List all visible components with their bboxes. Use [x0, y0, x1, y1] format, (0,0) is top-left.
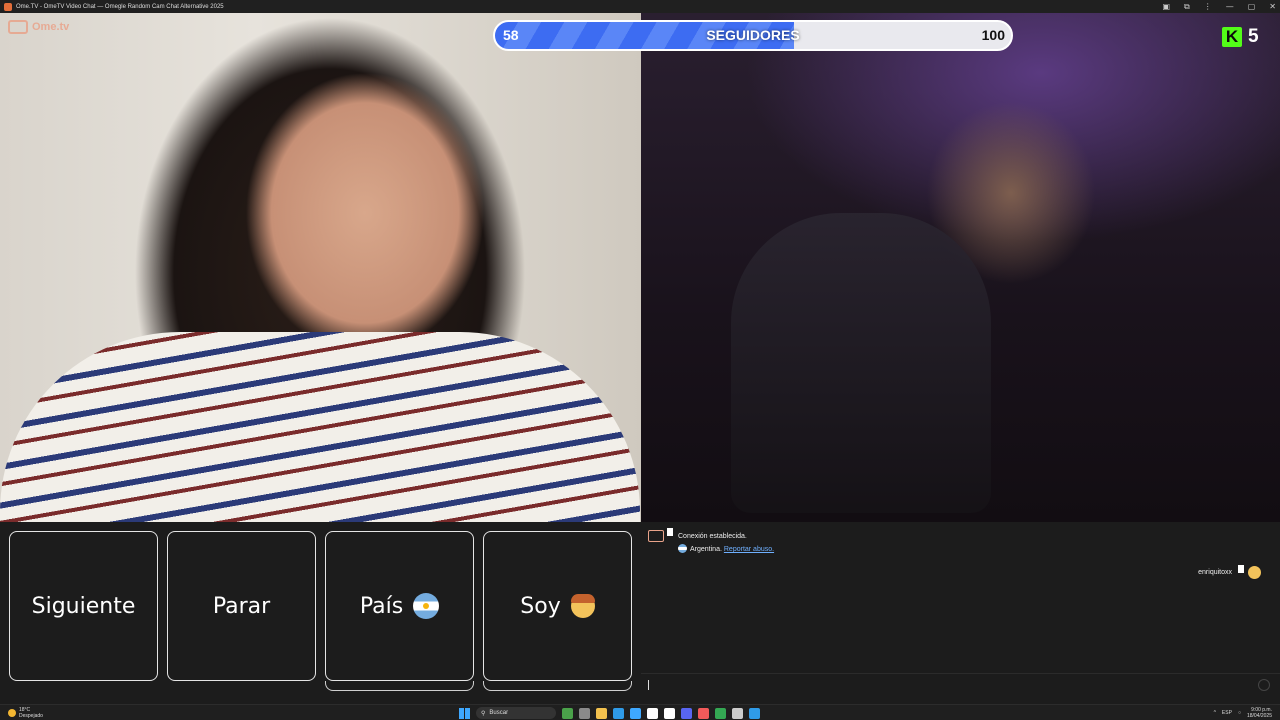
text-caret — [648, 680, 649, 690]
extensions-icon[interactable]: ⧉ — [1184, 2, 1190, 12]
window-controls: ▣ ⧉ ⋮ — ▢ ✕ — [1162, 0, 1276, 13]
snipping-tool-icon[interactable] — [749, 707, 760, 719]
keyboard-language[interactable]: ESP — [1222, 710, 1232, 716]
microsoft-store-icon[interactable] — [647, 707, 658, 719]
taskbar-apps: ⚲ Buscar — [459, 707, 760, 719]
argentina-flag-icon — [413, 593, 440, 619]
ometv-logo-text: Ome.tv — [32, 21, 70, 33]
media-app-icon[interactable] — [698, 707, 709, 719]
next-button-label: Siguiente — [31, 593, 136, 619]
chrome-browser-icon[interactable] — [715, 707, 726, 719]
taskbar-search-placeholder: Buscar — [489, 710, 509, 716]
windows-taskbar: 18°C Despejado ⚲ Buscar ^ ESP ○ 9:00 p.m… — [0, 704, 1280, 720]
more-menu-icon[interactable]: ⋮ — [1204, 2, 1212, 11]
system-badge-icon — [667, 528, 673, 536]
followers-label: SEGUIDORES — [706, 27, 800, 43]
calculator-app-icon[interactable] — [664, 707, 675, 719]
stop-button-label: Parar — [212, 593, 271, 619]
kick-count: 5 — [1248, 26, 1259, 47]
file-explorer-icon[interactable] — [596, 707, 607, 719]
connection-status-message: Conexión establecida. — [678, 533, 747, 540]
partner-video-figure — [731, 213, 991, 513]
window-title: Ome.TV - OmeTV Video Chat — Omegle Rando… — [16, 3, 224, 10]
chrome-app-icon[interactable] — [630, 707, 641, 719]
argentina-small-flag-icon — [678, 544, 687, 553]
next-button[interactable]: Siguiente — [9, 531, 158, 681]
followers-goal-count: 100 — [981, 27, 1005, 43]
browser-title-bar: Ome.TV - OmeTV Video Chat — Omegle Rando… — [0, 0, 1280, 13]
moon-weather-icon — [8, 709, 16, 717]
followers-progress-bar: 58 SEGUIDORES 100 — [493, 20, 1013, 51]
task-view-icon[interactable] — [579, 707, 590, 719]
kick-logo-icon: K — [1222, 27, 1242, 47]
boy-emoji-icon — [570, 594, 595, 618]
partner-badge-icon — [1238, 565, 1244, 573]
system-tray: ^ ESP ○ 9:00 p.m. 18/04/2025 — [1214, 707, 1272, 719]
local-video-figure — [0, 332, 640, 522]
maximize-button[interactable]: ▢ — [1248, 2, 1256, 11]
obs-studio-icon[interactable] — [732, 707, 743, 719]
emoji-picker-icon[interactable] — [1258, 679, 1270, 691]
stop-button[interactable]: Parar — [167, 531, 316, 681]
weather-widget[interactable]: 18°C Despejado — [8, 707, 43, 719]
windows-start-icon[interactable] — [459, 707, 470, 719]
search-icon: ⚲ — [481, 710, 486, 717]
taskbar-search-box[interactable]: ⚲ Buscar — [476, 707, 556, 719]
cast-icon[interactable]: ▣ — [1162, 2, 1170, 11]
tray-overflow-icon[interactable]: ^ — [1214, 710, 1216, 716]
network-icon[interactable]: ○ — [1238, 710, 1241, 716]
gender-button-dropdown-edge — [483, 681, 632, 691]
widgets-app-icon[interactable] — [562, 707, 573, 719]
ometv-favicon-icon — [4, 2, 12, 11]
ometv-logo: Ome.tv — [8, 20, 69, 34]
chat-message-input[interactable] — [641, 673, 1280, 697]
country-button-label: País — [359, 593, 404, 619]
chat-panel: Conexión establecida. Argentina. Reporta… — [641, 522, 1280, 704]
edge-browser-icon[interactable] — [613, 707, 624, 719]
weather-condition: Despejado — [19, 713, 43, 719]
country-button-dropdown-edge — [325, 681, 474, 691]
discord-app-icon[interactable] — [681, 707, 692, 719]
minimize-button[interactable]: — — [1226, 2, 1234, 11]
report-abuse-link[interactable]: Reportar abuso. — [724, 546, 774, 553]
partner-country-name: Argentina. — [690, 546, 722, 553]
gender-button-label: Soy — [520, 593, 561, 619]
ometv-chat-logo-icon — [648, 530, 664, 542]
kick-viewer-count: K 5 — [1222, 26, 1259, 48]
ometv-logo-icon — [8, 20, 28, 34]
partner-country-message: Argentina. Reportar abuso. — [678, 544, 774, 553]
partner-video-feed — [641, 13, 1280, 522]
country-button[interactable]: País — [325, 531, 474, 681]
partner-boy-emoji-icon — [1248, 566, 1261, 579]
partner-name-label: enriquitoxx — [1198, 569, 1232, 576]
local-video-feed: Ome.tv — [0, 13, 641, 522]
clock-date: 18/04/2025 — [1246, 713, 1272, 719]
close-button[interactable]: ✕ — [1269, 2, 1276, 11]
taskbar-clock[interactable]: 9:00 p.m. 18/04/2025 — [1247, 707, 1272, 719]
gender-button[interactable]: Soy — [483, 531, 632, 681]
